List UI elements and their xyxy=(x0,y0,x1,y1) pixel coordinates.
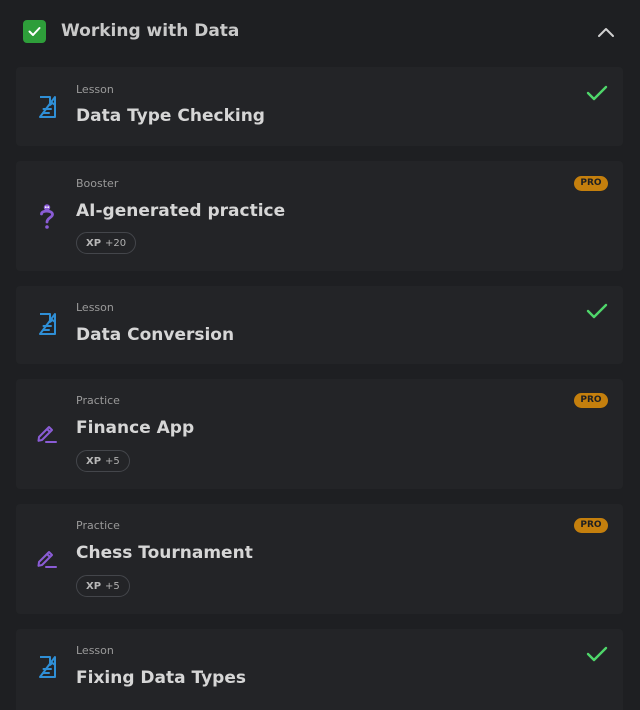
pro-badge: PRO xyxy=(574,393,608,408)
item-type-label: Lesson xyxy=(76,83,114,96)
lesson-document-icon xyxy=(36,94,58,120)
chevron-up-icon xyxy=(598,27,614,37)
item-title: Data Type Checking xyxy=(76,106,265,126)
lesson-card[interactable]: Lesson Data Conversion xyxy=(16,286,623,364)
item-type-label: Practice xyxy=(76,394,120,407)
lesson-document-icon xyxy=(36,311,58,337)
item-title: Chess Tournament xyxy=(76,543,253,563)
pro-badge: PRO xyxy=(574,176,608,191)
booster-card[interactable]: Booster AI-generated practice PRO XP +20 xyxy=(16,161,623,271)
pencil-edit-icon xyxy=(36,420,58,446)
practice-card[interactable]: Practice Finance App PRO XP +5 xyxy=(16,379,623,489)
checkmark-icon xyxy=(28,27,41,36)
xp-value: +5 xyxy=(105,455,120,467)
lesson-card[interactable]: Lesson Data Type Checking xyxy=(16,67,623,146)
xp-label: XP xyxy=(86,580,102,592)
xp-reward-pill: XP +5 xyxy=(76,450,130,472)
question-mark-icon xyxy=(36,204,58,230)
item-type-label: Lesson xyxy=(76,644,114,657)
xp-label: XP xyxy=(86,237,102,249)
xp-value: +5 xyxy=(105,580,120,592)
item-title: Fixing Data Types xyxy=(76,668,246,688)
lesson-document-icon xyxy=(36,654,58,680)
completed-check-icon xyxy=(586,646,608,662)
module-complete-checkbox xyxy=(23,20,46,43)
module-header[interactable]: Working with Data xyxy=(0,0,640,64)
item-type-label: Practice xyxy=(76,519,120,532)
xp-reward-pill: XP +5 xyxy=(76,575,130,597)
item-title: Data Conversion xyxy=(76,325,235,345)
module-title: Working with Data xyxy=(61,21,240,41)
xp-value: +20 xyxy=(105,237,127,249)
item-title: Finance App xyxy=(76,418,195,438)
item-type-label: Booster xyxy=(76,177,119,190)
practice-card[interactable]: Practice Chess Tournament PRO XP +5 xyxy=(16,504,623,614)
completed-check-icon xyxy=(586,85,608,101)
lesson-card[interactable]: Lesson Fixing Data Types xyxy=(16,629,623,710)
collapse-button[interactable] xyxy=(592,20,620,44)
xp-reward-pill: XP +20 xyxy=(76,232,137,254)
pencil-edit-icon xyxy=(36,545,58,571)
item-type-label: Lesson xyxy=(76,301,114,314)
xp-label: XP xyxy=(86,455,102,467)
pro-badge: PRO xyxy=(574,518,608,533)
completed-check-icon xyxy=(586,303,608,319)
item-title: AI-generated practice xyxy=(76,201,286,221)
